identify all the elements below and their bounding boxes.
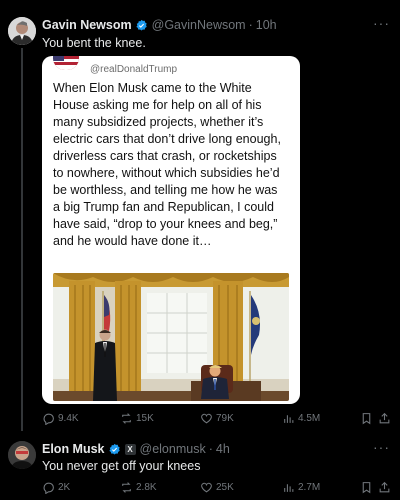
dot-separator: · bbox=[248, 18, 253, 32]
share-button[interactable] bbox=[378, 481, 391, 497]
avatar-elon-musk[interactable] bbox=[8, 441, 36, 469]
views-count: 4.5M bbox=[298, 413, 321, 424]
repost-icon bbox=[122, 482, 131, 493]
more-icon[interactable]: ··· bbox=[373, 439, 390, 455]
views-count: 2.7M bbox=[298, 482, 321, 493]
like-count: 25K bbox=[216, 482, 234, 493]
repost-count: 15K bbox=[136, 413, 154, 424]
reply-icon bbox=[43, 413, 54, 425]
more-icon[interactable]: ··· bbox=[373, 15, 390, 31]
quoted-line: electric cars that don’t drive long enou… bbox=[53, 132, 281, 146]
thread-connector-line bbox=[21, 48, 23, 431]
repost-button[interactable]: 2.8K bbox=[120, 481, 157, 494]
views-icon bbox=[284, 415, 294, 423]
share-icon bbox=[379, 412, 390, 424]
quoted-line: and he would have done it… bbox=[53, 234, 212, 248]
quoted-line: have said, “drop to your knees and beg,” bbox=[53, 217, 278, 231]
like-button[interactable]: 25K bbox=[200, 481, 234, 494]
repost-count: 2.8K bbox=[136, 482, 157, 493]
quoted-line: House asking me for help on all of his bbox=[53, 98, 262, 112]
quoted-line: a big Trump fan and Republican, I could bbox=[53, 200, 274, 214]
reply-button[interactable]: 9.4K bbox=[42, 412, 79, 425]
repost-icon bbox=[122, 413, 131, 424]
share-button[interactable] bbox=[378, 412, 391, 428]
quoted-line: driverless cars that crash, or rocketshi… bbox=[53, 149, 277, 163]
post-header: Gavin Newsom @GavinNewsom · 10h bbox=[42, 17, 277, 33]
reply-author-name[interactable]: Elon Musk bbox=[42, 442, 105, 456]
quoted-handle: @realDonaldTrump bbox=[90, 64, 178, 75]
verified-badge-icon bbox=[135, 19, 147, 31]
quoted-post-image[interactable]: @realDonaldTrump When Elon Musk came to … bbox=[42, 56, 300, 404]
quoted-text: When Elon Musk came to the White House a… bbox=[53, 80, 295, 250]
like-icon bbox=[201, 482, 212, 493]
share-icon bbox=[379, 481, 390, 493]
avatar-gavin-newsom[interactable] bbox=[8, 17, 36, 45]
views-button[interactable]: 2.7M bbox=[282, 481, 320, 494]
author-handle[interactable]: @GavinNewsom bbox=[152, 18, 246, 32]
repost-button[interactable]: 15K bbox=[120, 412, 154, 425]
author-name[interactable]: Gavin Newsom bbox=[42, 18, 132, 32]
quoted-line: many subsidized projects, whether it’s bbox=[53, 115, 264, 129]
dot-separator: · bbox=[208, 442, 213, 456]
oval-office-photo bbox=[53, 273, 289, 401]
reply-count: 2K bbox=[58, 482, 71, 493]
reply-count: 9.4K bbox=[58, 413, 79, 424]
quoted-line: to nowhere, without which subsidies he’d bbox=[53, 166, 280, 180]
like-icon bbox=[201, 413, 212, 424]
reply-icon bbox=[43, 482, 54, 494]
verified-badge-icon bbox=[108, 443, 120, 455]
like-button[interactable]: 79K bbox=[200, 412, 234, 425]
post-action-bar: 9.4K 15K 79K 4.5M bbox=[42, 412, 390, 428]
views-icon bbox=[284, 484, 294, 492]
reply-action-bar: 2K 2.8K 25K 2.7M bbox=[42, 481, 390, 497]
post-text: You bent the knee. bbox=[42, 36, 146, 50]
views-button[interactable]: 4.5M bbox=[282, 412, 320, 425]
bookmark-icon bbox=[362, 482, 371, 494]
like-count: 79K bbox=[216, 413, 234, 424]
reply-button[interactable]: 2K bbox=[42, 481, 70, 494]
x-affiliate-badge: X bbox=[124, 443, 136, 455]
bookmark-button[interactable] bbox=[360, 481, 373, 497]
bookmark-icon bbox=[362, 413, 371, 425]
reply-header: Elon Musk X @elonmusk · 4h bbox=[42, 441, 230, 457]
reply-author-handle[interactable]: @elonmusk bbox=[140, 442, 206, 456]
reply-text: You never get off your knees bbox=[42, 459, 201, 473]
reply-time[interactable]: 4h bbox=[216, 442, 230, 456]
quoted-line: When Elon Musk came to the White bbox=[53, 81, 252, 95]
post-time[interactable]: 10h bbox=[256, 18, 277, 32]
quoted-line: be worthless, and telling me how he was bbox=[53, 183, 278, 197]
bookmark-button[interactable] bbox=[360, 412, 373, 428]
trump-avatar bbox=[53, 56, 79, 70]
